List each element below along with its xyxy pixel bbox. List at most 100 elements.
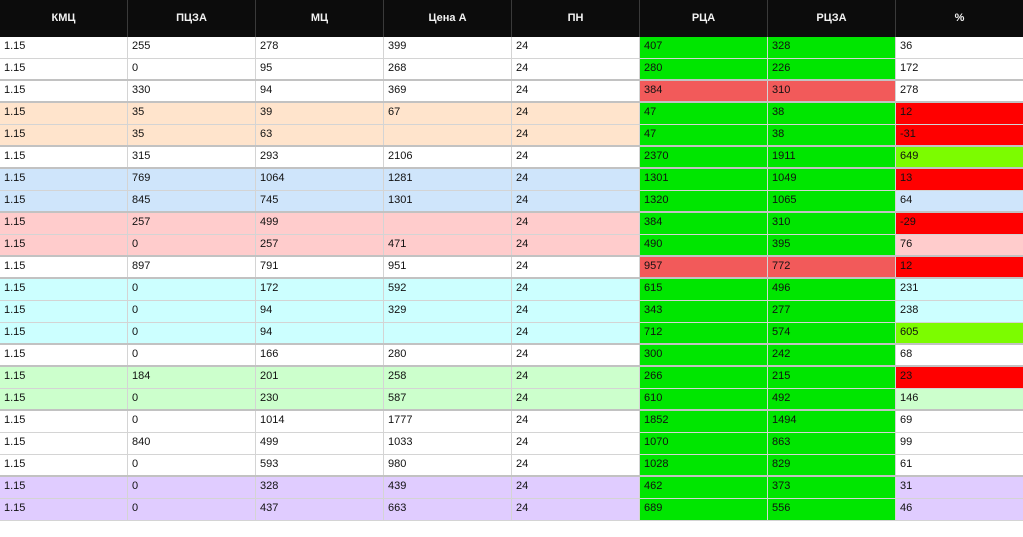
table-cell[interactable]: 280 (384, 345, 512, 365)
table-cell[interactable]: 499 (256, 213, 384, 234)
table-cell[interactable]: 47 (640, 125, 768, 145)
table-cell[interactable]: 1.15 (0, 455, 128, 475)
column-header[interactable]: МЦ (256, 0, 384, 37)
table-cell[interactable]: 1.15 (0, 433, 128, 454)
table-cell[interactable]: 0 (128, 235, 256, 255)
table-cell[interactable]: 1.15 (0, 235, 128, 255)
table-cell[interactable]: 863 (768, 433, 896, 454)
table-cell[interactable]: 231 (896, 279, 1023, 300)
table-row[interactable]: 1.15 35 39 67 24 47 38 12 (0, 103, 1023, 125)
table-cell[interactable]: 0 (128, 477, 256, 498)
table-cell[interactable]: 35 (128, 125, 256, 145)
table-cell[interactable]: 471 (384, 235, 512, 255)
table-cell[interactable]: 172 (256, 279, 384, 300)
table-cell[interactable]: 492 (768, 389, 896, 409)
table-cell[interactable]: 277 (768, 301, 896, 322)
table-cell[interactable]: 0 (128, 389, 256, 409)
table-cell[interactable]: 201 (256, 367, 384, 388)
table-cell[interactable]: 61 (896, 455, 1023, 475)
table-cell[interactable]: 300 (640, 345, 768, 365)
table-cell[interactable]: 745 (256, 191, 384, 211)
table-cell[interactable]: 24 (512, 411, 640, 432)
table-cell[interactable]: 2370 (640, 147, 768, 167)
table-cell[interactable]: 605 (896, 323, 1023, 343)
table-cell[interactable]: 328 (768, 37, 896, 58)
table-row[interactable]: 1.15 257 499 24 384 310 -29 (0, 213, 1023, 235)
table-cell[interactable]: 384 (640, 213, 768, 234)
table-cell[interactable] (384, 125, 512, 145)
table-cell[interactable]: 280 (640, 59, 768, 79)
table-cell[interactable]: 99 (896, 433, 1023, 454)
table-row[interactable]: 1.15 0 172 592 24 615 496 231 (0, 279, 1023, 301)
table-cell[interactable]: 769 (128, 169, 256, 190)
table-cell[interactable]: 373 (768, 477, 896, 498)
table-row[interactable]: 1.15 0 593 980 24 1028 829 61 (0, 455, 1023, 477)
table-row[interactable]: 1.15 0 94 24 712 574 605 (0, 323, 1023, 345)
table-cell[interactable]: 24 (512, 433, 640, 454)
table-cell[interactable]: 257 (128, 213, 256, 234)
table-cell[interactable]: 24 (512, 169, 640, 190)
table-cell[interactable]: 24 (512, 37, 640, 58)
table-cell[interactable]: 1.15 (0, 257, 128, 277)
table-cell[interactable]: 1.15 (0, 103, 128, 124)
table-cell[interactable]: 69 (896, 411, 1023, 432)
table-cell[interactable]: 2106 (384, 147, 512, 167)
table-cell[interactable]: 1.15 (0, 37, 128, 58)
table-cell[interactable]: 38 (768, 103, 896, 124)
table-cell[interactable]: 1064 (256, 169, 384, 190)
table-row[interactable]: 1.15 0 230 587 24 610 492 146 (0, 389, 1023, 411)
table-cell[interactable]: 266 (640, 367, 768, 388)
table-cell[interactable]: 35 (128, 103, 256, 124)
table-cell[interactable]: 315 (128, 147, 256, 167)
table-row[interactable]: 1.15 184 201 258 24 266 215 23 (0, 367, 1023, 389)
table-cell[interactable]: 0 (128, 323, 256, 343)
table-cell[interactable]: 592 (384, 279, 512, 300)
table-cell[interactable]: 1.15 (0, 367, 128, 388)
table-cell[interactable]: 343 (640, 301, 768, 322)
table-cell[interactable]: 1070 (640, 433, 768, 454)
table-cell[interactable]: 24 (512, 103, 640, 124)
column-header[interactable]: РЦЗА (768, 0, 896, 37)
table-cell[interactable]: 230 (256, 389, 384, 409)
table-cell[interactable]: 328 (256, 477, 384, 498)
table-row[interactable]: 1.15 840 499 1033 24 1070 863 99 (0, 433, 1023, 455)
table-cell[interactable]: 31 (896, 477, 1023, 498)
table-cell[interactable]: 68 (896, 345, 1023, 365)
table-row[interactable]: 1.15 255 278 399 24 407 328 36 (0, 37, 1023, 59)
table-cell[interactable]: 24 (512, 59, 640, 79)
table-cell[interactable]: 1911 (768, 147, 896, 167)
table-cell[interactable]: 610 (640, 389, 768, 409)
table-cell[interactable]: 215 (768, 367, 896, 388)
table-cell[interactable]: 587 (384, 389, 512, 409)
table-cell[interactable]: 258 (384, 367, 512, 388)
table-cell[interactable]: 574 (768, 323, 896, 343)
table-cell[interactable]: 439 (384, 477, 512, 498)
table-cell[interactable]: 226 (768, 59, 896, 79)
table-row[interactable]: 1.15 0 166 280 24 300 242 68 (0, 345, 1023, 367)
column-header[interactable]: ПН (512, 0, 640, 37)
column-header[interactable]: РЦА (640, 0, 768, 37)
table-cell[interactable]: 369 (384, 81, 512, 101)
table-cell[interactable]: 663 (384, 499, 512, 520)
table-cell[interactable]: 0 (128, 345, 256, 365)
column-header[interactable]: % (896, 0, 1023, 37)
table-cell[interactable]: 772 (768, 257, 896, 277)
table-cell[interactable]: 689 (640, 499, 768, 520)
table-cell[interactable]: 63 (256, 125, 384, 145)
table-cell[interactable]: 24 (512, 455, 640, 475)
table-cell[interactable]: 184 (128, 367, 256, 388)
table-cell[interactable]: 1852 (640, 411, 768, 432)
table-cell[interactable]: 94 (256, 323, 384, 343)
table-cell[interactable]: 980 (384, 455, 512, 475)
table-cell[interactable]: 1301 (640, 169, 768, 190)
table-cell[interactable]: 24 (512, 477, 640, 498)
table-cell[interactable]: 957 (640, 257, 768, 277)
column-header[interactable]: Цена А (384, 0, 512, 37)
table-cell[interactable]: 310 (768, 81, 896, 101)
table-row[interactable]: 1.15 0 1014 1777 24 1852 1494 69 (0, 411, 1023, 433)
table-cell[interactable] (384, 323, 512, 343)
table-cell[interactable]: 1.15 (0, 191, 128, 211)
table-cell[interactable]: 24 (512, 499, 640, 520)
table-cell[interactable]: 1.15 (0, 389, 128, 409)
table-cell[interactable]: 39 (256, 103, 384, 124)
